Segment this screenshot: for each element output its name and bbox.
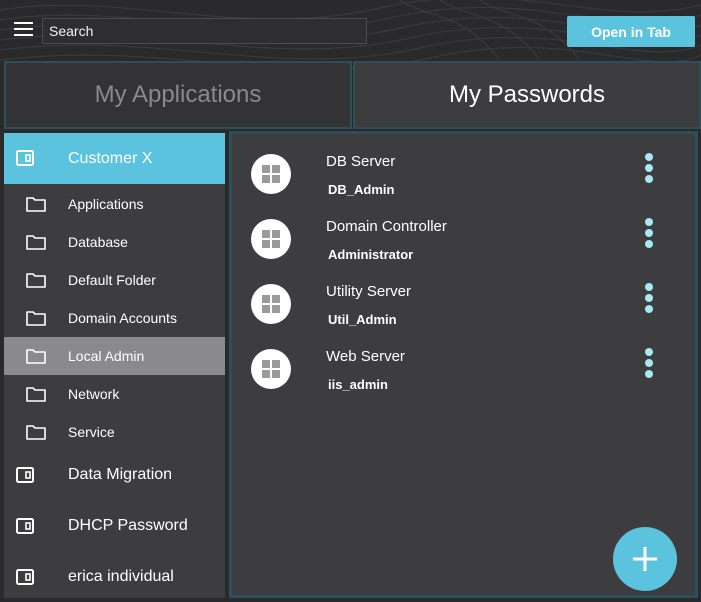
tab-my-applications[interactable]: My Applications [4, 61, 352, 129]
folder-item-default-folder[interactable]: Default Folder [4, 261, 225, 299]
folder-icon [26, 196, 46, 217]
folder-item-local-admin[interactable]: Local Admin [4, 337, 225, 375]
folder-icon [26, 424, 46, 445]
folder-icon [26, 234, 46, 255]
tab-my-passwords[interactable]: My Passwords [353, 61, 701, 129]
entry-username: Administrator [328, 247, 414, 262]
folder-icon [26, 348, 46, 369]
wallet-icon [16, 150, 34, 171]
more-options-icon[interactable] [641, 153, 657, 185]
password-entry[interactable]: Utility Server Util_Admin [232, 270, 695, 332]
wallet-icon [16, 518, 34, 539]
windows-icon [251, 154, 291, 194]
entry-username: iis_admin [328, 377, 388, 392]
top-bar: Open in Tab [0, 0, 701, 62]
sidebar-item-dhcp-password[interactable]: DHCP Password [4, 502, 225, 550]
more-options-icon[interactable] [641, 283, 657, 315]
hamburger-menu-icon[interactable] [14, 22, 34, 38]
windows-icon [251, 349, 291, 389]
folder-label: Database [68, 234, 128, 250]
open-in-tab-button[interactable]: Open in Tab [567, 16, 695, 47]
search-input[interactable] [42, 18, 367, 44]
folder-label: Network [68, 386, 120, 402]
folder-icon [26, 272, 46, 293]
password-list-panel: DB Server DB_Admin Domain Controller Adm… [229, 131, 698, 598]
sidebar-item-erica-individual[interactable]: erica individual [4, 553, 225, 598]
entry-title: Web Server [326, 348, 405, 365]
sidebar-item-label: erica individual [68, 568, 174, 585]
folder-label: Domain Accounts [68, 310, 177, 326]
sidebar: Customer X Applications Database Default… [4, 133, 225, 598]
folder-item-network[interactable]: Network [4, 375, 225, 413]
windows-icon [251, 284, 291, 324]
folder-item-applications[interactable]: Applications [4, 185, 225, 223]
entry-username: Util_Admin [328, 312, 397, 327]
folder-item-database[interactable]: Database [4, 223, 225, 261]
add-entry-button[interactable] [613, 527, 677, 591]
plus-icon [633, 547, 657, 571]
password-entry[interactable]: DB Server DB_Admin [232, 140, 695, 202]
entry-title: DB Server [326, 153, 396, 170]
folder-item-domain-accounts[interactable]: Domain Accounts [4, 299, 225, 337]
folder-item-service[interactable]: Service [4, 413, 225, 451]
password-entry[interactable]: Domain Controller Administrator [232, 205, 695, 267]
password-entry[interactable]: Web Server iis_admin [232, 335, 695, 397]
sidebar-item-data-migration[interactable]: Data Migration [4, 451, 225, 499]
folder-label: Local Admin [68, 348, 145, 364]
sidebar-item-label: Data Migration [68, 466, 173, 483]
more-options-icon[interactable] [641, 218, 657, 250]
tab-bar: My Applications My Passwords [4, 61, 701, 131]
sidebar-item-label: DHCP Password [68, 517, 188, 534]
folder-icon [26, 386, 46, 407]
more-options-icon[interactable] [641, 348, 657, 380]
wallet-icon [16, 467, 34, 488]
entry-title: Utility Server [326, 283, 412, 300]
folder-label: Service [68, 424, 115, 440]
sidebar-item-customer-x[interactable]: Customer X [4, 133, 225, 184]
entry-title: Domain Controller [326, 218, 447, 235]
folder-label: Applications [68, 196, 144, 212]
folder-icon [26, 310, 46, 331]
entry-username: DB_Admin [328, 182, 395, 197]
sidebar-item-label: Customer X [68, 149, 153, 167]
folder-label: Default Folder [68, 272, 156, 288]
windows-icon [251, 219, 291, 259]
wallet-icon [16, 569, 34, 590]
